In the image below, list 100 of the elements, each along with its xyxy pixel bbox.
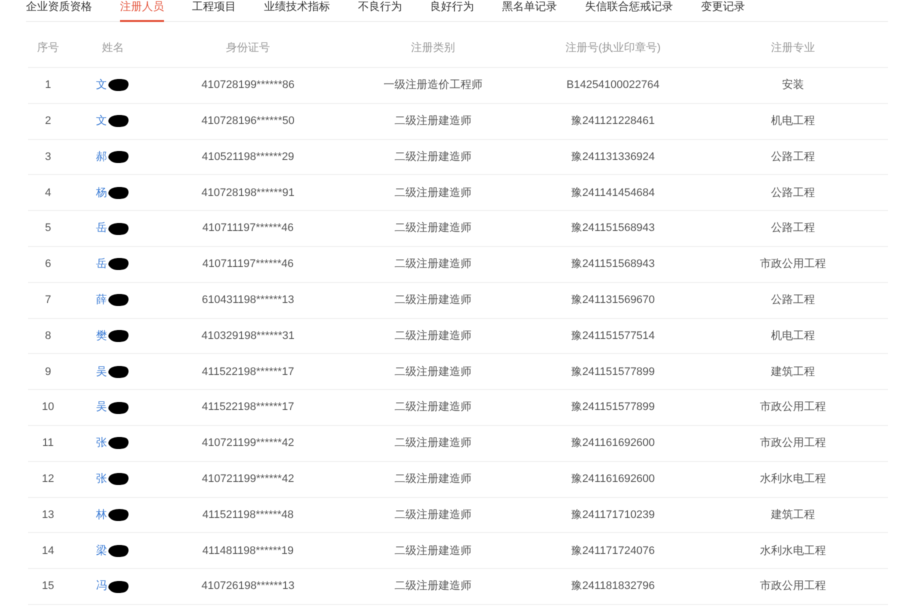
specialty-cell-text: 市政公用工程 <box>759 436 827 452</box>
specialty-cell-text: 市政公用工程 <box>759 256 827 272</box>
row-number: 15 <box>40 579 56 594</box>
id-number-cell-text: 610431198******13 <box>200 292 296 308</box>
column-header: 身份证号 <box>225 41 271 56</box>
category-cell-text: 二级注册建造师 <box>394 114 472 129</box>
name-link[interactable]: 杨 <box>96 184 107 202</box>
name-link[interactable]: 吴 <box>96 399 107 416</box>
row-number: 12 <box>40 472 56 487</box>
tab[interactable]: 良好行为 <box>430 0 474 22</box>
row-number: 2 <box>44 114 52 129</box>
tab[interactable]: 企业资质资格 <box>26 0 92 22</box>
name-link[interactable]: 樊 <box>96 328 107 344</box>
registration-number-cell-text: 豫241161692600 <box>570 436 656 452</box>
specialty-cell-text: 建筑工程 <box>770 508 816 523</box>
id-number-cell-text: 410728199******86 <box>200 78 296 94</box>
category-cell-text: 一级注册造价工程师 <box>382 78 484 94</box>
name-link[interactable]: 岳 <box>96 256 107 273</box>
name-link[interactable]: 薛 <box>96 292 107 308</box>
row-number: 7 <box>44 292 52 308</box>
specialty-cell-text: 水利水电工程 <box>759 544 827 558</box>
specialty-cell-text: 公路工程 <box>770 221 816 236</box>
column-header: 序号 <box>36 40 60 56</box>
registration-number-cell-text: 豫241151577899 <box>570 364 656 380</box>
category-cell-text: 二级注册建造师 <box>394 364 472 380</box>
id-number-cell-text: 410728198******91 <box>200 186 296 201</box>
id-number-cell-text: 410521198******29 <box>200 150 296 165</box>
id-number-cell-text: 410329198******31 <box>200 328 296 344</box>
category-cell-text: 二级注册建造师 <box>394 578 472 594</box>
specialty-cell-text: 市政公用工程 <box>759 578 827 594</box>
row-number: 1 <box>44 78 52 94</box>
specialty-cell-text: 水利水电工程 <box>759 472 827 487</box>
registration-number-cell-text: B14254100022764 <box>566 78 660 94</box>
tab[interactable]: 黑名单记录 <box>502 0 557 22</box>
id-number-cell-text: 411522198******17 <box>200 364 296 380</box>
name-link[interactable]: 冯 <box>96 578 107 595</box>
tab[interactable]: 注册人员 <box>120 0 164 22</box>
id-number-cell-text: 411521198******48 <box>201 508 295 523</box>
registration-number-cell-text: 豫241171710239 <box>570 508 656 523</box>
category-cell-text: 二级注册建造师 <box>394 472 472 487</box>
registration-number-cell-text: 豫241131569670 <box>570 292 656 308</box>
row-number: 14 <box>40 544 56 558</box>
registration-number-cell-text: 豫241161692600 <box>570 472 656 487</box>
name-link[interactable]: 岳 <box>96 220 107 237</box>
category-cell-text: 二级注册建造师 <box>394 220 472 236</box>
name-link[interactable]: 郝 <box>96 148 107 166</box>
id-number-cell-text: 410726198******13 <box>200 579 296 594</box>
category-cell-text: 二级注册建造师 <box>394 436 472 452</box>
row-number: 4 <box>44 186 52 201</box>
category-cell-text: 二级注册建造师 <box>394 508 472 523</box>
specialty-cell-text: 建筑工程 <box>770 364 816 380</box>
name-link[interactable]: 吴 <box>96 364 107 380</box>
row-number: 9 <box>44 364 52 380</box>
id-number-cell-text: 410721199******42 <box>200 436 296 452</box>
column-header: 姓名 <box>101 41 125 56</box>
tab[interactable]: 业绩技术指标 <box>264 0 330 22</box>
registration-number-cell-text: 豫241151577899 <box>570 400 656 416</box>
row-number: 13 <box>40 508 56 523</box>
row-number: 5 <box>44 221 52 236</box>
name-link[interactable]: 梁 <box>96 542 107 559</box>
tab[interactable]: 失信联合惩戒记录 <box>585 0 673 22</box>
name-link[interactable]: 张 <box>96 435 107 452</box>
category-cell-text: 二级注册建造师 <box>394 186 472 201</box>
registration-number-cell-text: 豫241141454684 <box>570 186 656 201</box>
row-number: 10 <box>40 400 56 416</box>
row-number: 11 <box>41 436 55 452</box>
tab[interactable]: 变更记录 <box>701 0 745 22</box>
row-number: 8 <box>44 328 52 344</box>
specialty-cell-text: 安装 <box>781 78 805 94</box>
specialty-cell-text: 机电工程 <box>770 114 816 129</box>
registration-number-cell-text: 豫241181832796 <box>570 579 656 594</box>
tab[interactable]: 不良行为 <box>358 0 402 22</box>
id-number-cell-text: 410711197******46 <box>201 257 295 272</box>
category-cell-text: 二级注册建造师 <box>394 150 472 165</box>
category-cell-text: 二级注册建造师 <box>394 400 472 416</box>
id-number-cell-text: 410728196******50 <box>200 114 296 129</box>
name-link[interactable]: 文 <box>96 77 107 94</box>
id-number-cell-text: 410711197******46 <box>201 221 295 236</box>
specialty-cell-text: 公路工程 <box>770 150 816 165</box>
registration-number-cell-text: 豫241121228461 <box>570 114 656 129</box>
registration-number-cell-text: 豫241151577514 <box>570 328 656 344</box>
name-link[interactable]: 林 <box>96 506 107 524</box>
column-header: 注册类别 <box>410 40 456 56</box>
category-cell-text: 二级注册建造师 <box>394 544 472 558</box>
id-number-cell-text: 411481198******19 <box>201 544 295 558</box>
row-number: 6 <box>44 257 52 272</box>
registration-number-cell-text: 豫241151568943 <box>570 221 656 236</box>
name-link[interactable]: 张 <box>96 470 107 488</box>
row-number: 3 <box>44 150 52 165</box>
registration-number-cell-text: 豫241171724076 <box>570 544 656 558</box>
category-cell-text: 二级注册建造师 <box>394 328 472 344</box>
column-header: 注册号(执业印章号) <box>564 40 662 56</box>
specialty-cell-text: 机电工程 <box>770 328 816 344</box>
tab[interactable]: 工程项目 <box>192 0 236 22</box>
id-number-cell-text: 410721199******42 <box>200 472 296 487</box>
name-link[interactable]: 文 <box>96 112 107 130</box>
registration-number-cell-text: 豫241131336924 <box>570 150 656 165</box>
specialty-cell-text: 公路工程 <box>770 292 816 308</box>
column-header: 注册专业 <box>770 40 816 56</box>
registration-number-cell-text: 豫241151568943 <box>570 257 656 272</box>
